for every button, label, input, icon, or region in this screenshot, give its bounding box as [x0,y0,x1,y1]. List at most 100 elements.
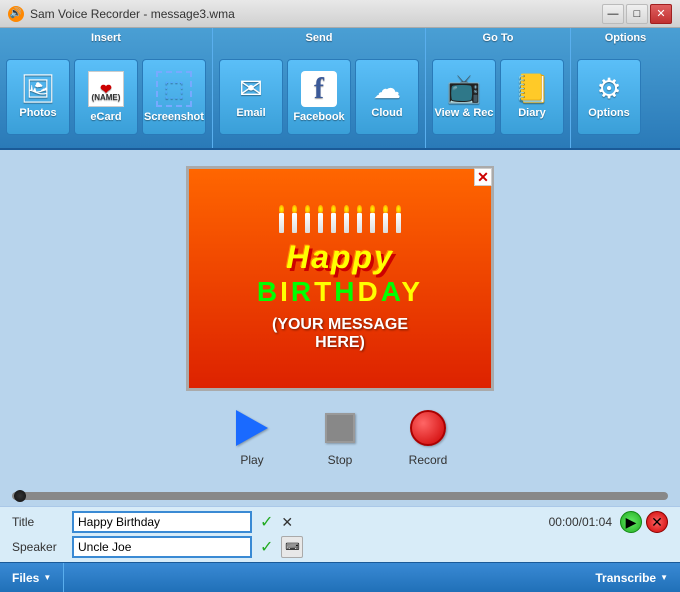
candle-flame [357,205,362,213]
candle-flame [279,205,284,213]
viewrec-button[interactable]: 📺 View & Rec [432,59,496,135]
viewrec-label: View & Rec [434,107,493,119]
candle-flame [344,205,349,213]
toolbar: Insert 🖼 Photos ❤ (NAME) eCard ⬚ Screens… [0,28,680,150]
record-circle [410,410,446,446]
window-title: Sam Voice Recorder - message3.wma [30,7,235,21]
insert-section-label: Insert [0,28,212,46]
speaker-input[interactable] [72,536,252,558]
email-label: Email [236,107,265,119]
photos-button[interactable]: 🖼 Photos [6,59,70,135]
progress-track[interactable] [12,492,668,500]
candle [318,205,323,233]
media-controls: Play Stop Record [228,407,452,467]
play-label: Play [240,453,263,467]
ecard-button[interactable]: ❤ (NAME) eCard [74,59,138,135]
keyboard-icon[interactable]: ⌨ [281,536,303,558]
candle [344,205,349,233]
options-button[interactable]: ⚙ Options [577,59,641,135]
facebook-label: Facebook [293,111,344,123]
timestamp: 00:00/01:04 [549,515,612,529]
candle-flame [318,205,323,213]
main-content: ✕ Happy BIRTHDAY (YOUR MESSAGE HERE) [0,150,680,486]
red-action-button[interactable]: ✕ [646,511,668,533]
cloud-label: Cloud [371,107,402,119]
record-label: Record [409,453,448,467]
candle [331,205,336,233]
goto-buttons: 📺 View & Rec 📒 Diary [426,46,570,148]
green-action-button[interactable]: ▶ [620,511,642,533]
toolbar-section-send: Send ✉ Email f Facebook ☁ Cloud [213,28,426,148]
play-triangle [236,410,268,446]
minimize-button[interactable]: — [602,4,624,24]
cloud-icon: ☁ [373,75,401,103]
titlebar-left: 🔊 Sam Voice Recorder - message3.wma [8,6,235,22]
info-bar: Title ✓ ✕ 00:00/01:04 ▶ ✕ Speaker ✓ ⌨ [0,506,680,562]
diary-button[interactable]: 📒 Diary [500,59,564,135]
files-dropdown-arrow: ▼ [43,573,51,582]
title-confirm-icon[interactable]: ✓ [260,512,273,532]
transcribe-label: Transcribe [595,571,656,585]
diary-icon: 📒 [515,75,550,103]
candle-flame [305,205,310,213]
card-close-button[interactable]: ✕ [474,168,492,186]
candle-flame [396,205,401,213]
title-input[interactable] [72,511,252,533]
send-buttons: ✉ Email f Facebook ☁ Cloud [213,46,425,148]
files-menu[interactable]: Files ▼ [0,563,64,592]
action-icons: ▶ ✕ [620,511,668,533]
screenshot-button[interactable]: ⬚ Screenshot [142,59,206,135]
candle-body [331,213,336,233]
candle [396,205,401,233]
maximize-button[interactable]: □ [626,4,648,24]
candle-flame [383,205,388,213]
record-button[interactable]: Record [404,407,452,467]
candle-flame [370,205,375,213]
candle [305,205,310,233]
files-label: Files [12,571,39,585]
email-icon: ✉ [239,75,262,103]
stop-label: Stop [328,453,353,467]
facebook-button[interactable]: f Facebook [287,59,351,135]
play-icon [228,407,276,449]
speaker-row: Speaker ✓ ⌨ [12,536,668,558]
birthday-card: Happy BIRTHDAY (YOUR MESSAGE HERE) [186,166,494,391]
progress-area [0,486,680,506]
title-cancel-icon[interactable]: ✕ [281,514,293,531]
email-button[interactable]: ✉ Email [219,59,283,135]
stop-icon [316,407,364,449]
speaker-confirm-icon[interactable]: ✓ [260,537,273,557]
candle-body [292,213,297,233]
happy-text: Happy [286,239,394,276]
progress-thumb[interactable] [14,490,26,502]
candle-body [279,213,284,233]
candle-flame [331,205,336,213]
stop-button[interactable]: Stop [316,407,364,467]
toolbar-section-options: Options ⚙ Options [571,28,680,148]
photos-icon: 🖼 [20,75,56,103]
card-container: ✕ Happy BIRTHDAY (YOUR MESSAGE HERE) [186,166,494,391]
ecard-icon: ❤ (NAME) [88,71,124,107]
play-button[interactable]: Play [228,407,276,467]
candle-flame [292,205,297,213]
candle [383,205,388,233]
viewrec-icon: 📺 [447,75,482,103]
app-icon: 🔊 [8,6,24,22]
candle-body [305,213,310,233]
photos-label: Photos [19,107,56,119]
candle [279,205,284,233]
options-label: Options [588,107,630,119]
title-bar: 🔊 Sam Voice Recorder - message3.wma — □ … [0,0,680,28]
options-icon: ⚙ [596,75,621,103]
close-button[interactable]: ✕ [650,4,672,24]
title-field-label: Title [12,515,64,529]
cloud-button[interactable]: ☁ Cloud [355,59,419,135]
options-buttons: ⚙ Options [571,46,680,148]
candles-row [279,205,401,233]
ecard-label: eCard [90,111,121,123]
diary-label: Diary [518,107,546,119]
record-icon [404,407,452,449]
birthday-text: BIRTHDAY [257,276,423,308]
transcribe-menu[interactable]: Transcribe ▼ [583,563,680,592]
toolbar-section-goto: Go To 📺 View & Rec 📒 Diary [426,28,571,148]
